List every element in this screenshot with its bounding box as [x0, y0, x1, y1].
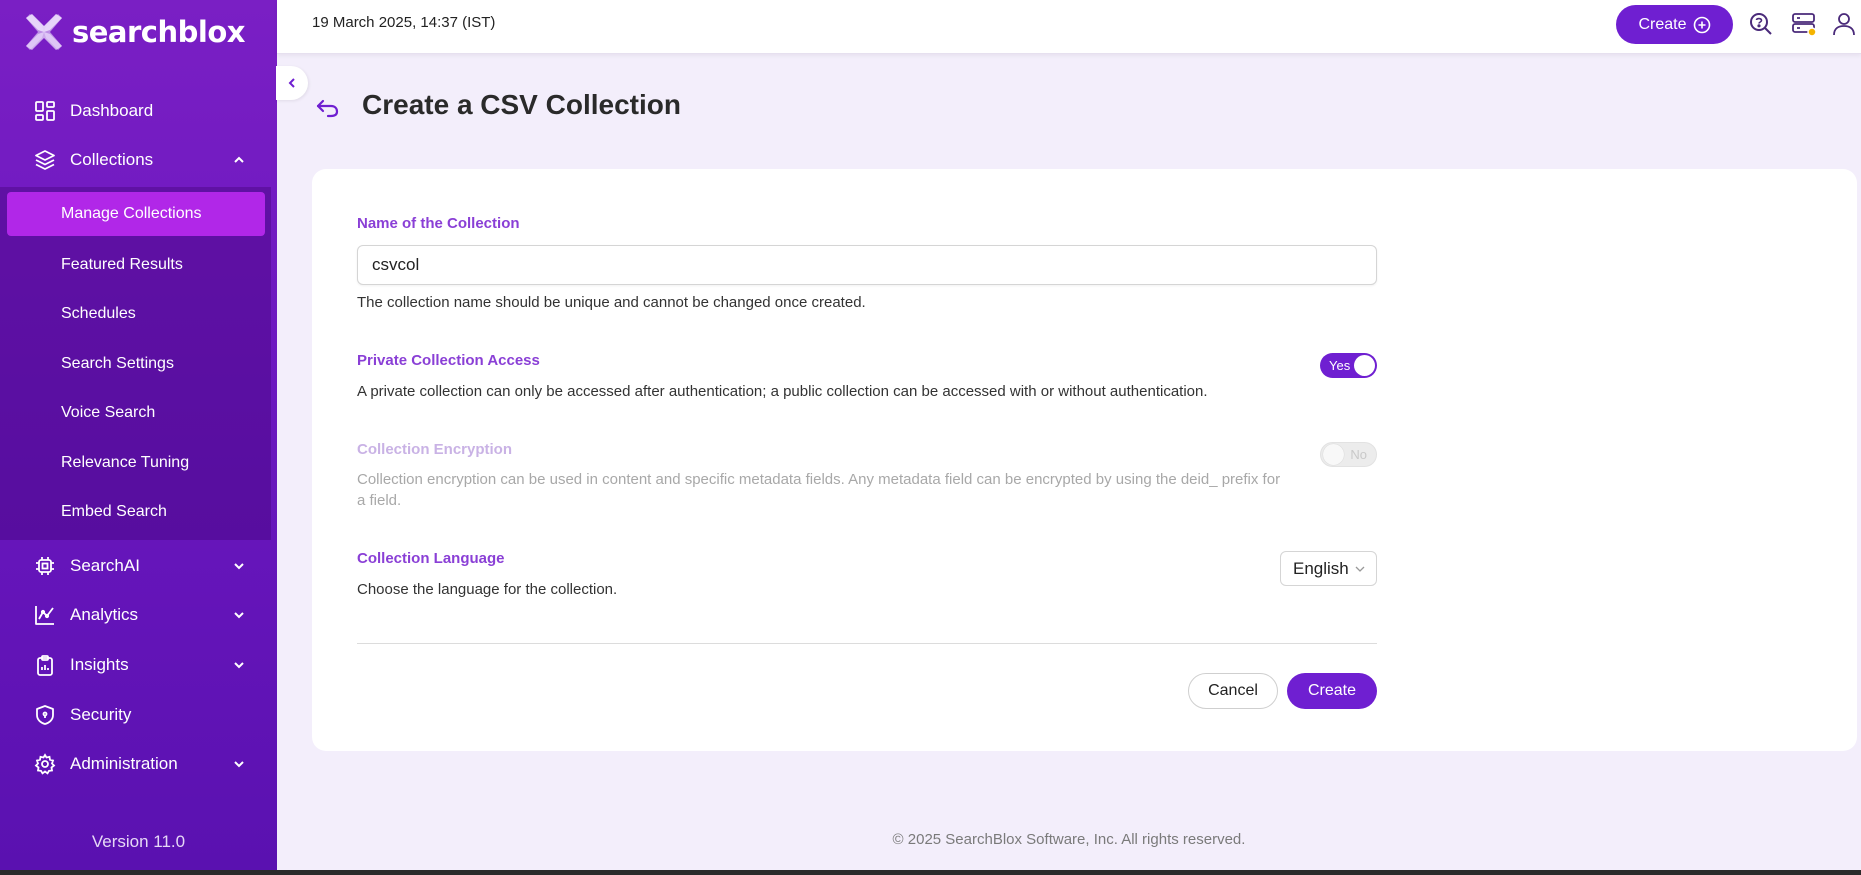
chevron-up-icon [234, 156, 244, 163]
chevron-down-icon [234, 612, 244, 619]
sidebar-subitem-label: Schedules [61, 305, 136, 322]
create-button-label: Create [1638, 15, 1687, 33]
chevron-down-icon [1355, 566, 1365, 572]
chevron-left-icon [288, 78, 295, 88]
collection-name-help: The collection name should be unique and… [357, 294, 866, 311]
layers-icon [35, 150, 55, 170]
language-help: Choose the language for the collection. [357, 581, 618, 598]
encryption-help: Collection encryption can be used in con… [357, 471, 1281, 509]
gear-icon [34, 753, 56, 775]
language-label: Collection Language [357, 550, 505, 567]
sidebar-subitem-voice-search[interactable]: Voice Search [0, 391, 271, 435]
chevron-down-icon [234, 563, 244, 570]
logo[interactable]: searchblox [22, 10, 245, 54]
footer-copyright: © 2025 SearchBlox Software, Inc. All rig… [892, 831, 1246, 848]
cancel-button[interactable]: Cancel [1188, 673, 1278, 709]
sidebar-item-dashboard[interactable]: Dashboard [0, 89, 277, 133]
sidebar-subitem-manage-collections[interactable]: Manage Collections [7, 192, 265, 236]
searchblox-logo-icon [26, 14, 62, 50]
sidebar-item-searchai[interactable]: SearchAI [0, 544, 277, 588]
sidebar-subitem-embed-search[interactable]: Embed Search [0, 490, 271, 534]
sidebar-item-security[interactable]: Security [0, 693, 277, 737]
sidebar-item-label: Administration [70, 754, 178, 773]
logo-text: searchblox [72, 15, 245, 49]
create-collection-form: Name of the Collection The collection na… [312, 169, 1857, 751]
sidebar: searchblox Dashboard Collections Manage … [0, 0, 277, 870]
collection-name-label: Name of the Collection [357, 215, 520, 232]
chip-icon [36, 557, 54, 575]
sidebar-item-insights[interactable]: Insights [0, 643, 277, 687]
sidebar-subitem-label: Search Settings [61, 355, 174, 372]
dashboard-icon [35, 101, 55, 121]
version-label: Version 11.0 [91, 832, 186, 851]
encryption-toggle: No [1320, 442, 1377, 467]
sidebar-subitem-relevance-tuning[interactable]: Relevance Tuning [0, 441, 271, 485]
private-access-toggle[interactable]: Yes [1320, 353, 1377, 378]
sidebar-item-label: Analytics [70, 605, 139, 624]
clipboard-icon [37, 655, 53, 676]
sidebar-item-label: Dashboard [70, 101, 154, 120]
back-arrow-icon[interactable] [314, 94, 342, 122]
sidebar-subitem-featured-results[interactable]: Featured Results [0, 243, 271, 287]
sidebar-subitem-label: Featured Results [61, 256, 183, 273]
toggle-label: Yes [1329, 358, 1351, 373]
chevron-down-icon [234, 761, 244, 768]
encryption-label: Collection Encryption [357, 441, 513, 458]
plus-circle-icon [1693, 16, 1710, 33]
sidebar-subitem-search-settings[interactable]: Search Settings [0, 342, 271, 386]
sidebar-subitem-label: Voice Search [61, 404, 156, 421]
sidebar-item-label: SearchAI [70, 556, 140, 575]
sidebar-item-analytics[interactable]: Analytics [0, 593, 277, 637]
sidebar-item-label: Security [70, 705, 132, 724]
page-title: Create a CSV Collection [362, 89, 681, 120]
chevron-down-icon [234, 662, 244, 669]
sidebar-subitem-label: Embed Search [61, 503, 167, 520]
sidebar-subitem-schedules[interactable]: Schedules [0, 292, 271, 336]
sidebar-item-label: Collections [70, 150, 154, 169]
create-collection-button[interactable]: Create [1287, 673, 1377, 709]
language-select[interactable]: English [1280, 551, 1377, 586]
collection-name-input[interactable] [357, 245, 1377, 285]
toggle-knob [1323, 444, 1344, 465]
chart-icon [35, 606, 54, 625]
datetime: 19 March 2025, 14:37 (IST) [312, 14, 496, 31]
collapse-sidebar-button[interactable] [276, 66, 308, 100]
sidebar-item-collections[interactable]: Collections [0, 138, 277, 182]
shield-icon [36, 705, 54, 725]
language-select-value: English [1293, 558, 1349, 578]
sidebar-item-label: Insights [70, 655, 129, 674]
server-status-icon[interactable] [1791, 11, 1817, 37]
user-icon[interactable] [1831, 11, 1857, 37]
divider [357, 643, 1377, 644]
toggle-label: No [1350, 447, 1367, 462]
create-button[interactable]: Create [1616, 5, 1733, 44]
sidebar-subitem-label: Manage Collections [61, 205, 202, 222]
topbar: 19 March 2025, 14:37 (IST) Create [277, 0, 1861, 54]
toggle-knob [1354, 355, 1375, 376]
search-help-icon[interactable] [1748, 11, 1774, 37]
sidebar-subitem-label: Relevance Tuning [61, 454, 190, 471]
private-access-label: Private Collection Access [357, 352, 540, 369]
private-access-help: A private collection can only be accesse… [357, 383, 1208, 400]
taskbar-strip [0, 870, 1861, 875]
sidebar-item-administration[interactable]: Administration [0, 742, 277, 786]
